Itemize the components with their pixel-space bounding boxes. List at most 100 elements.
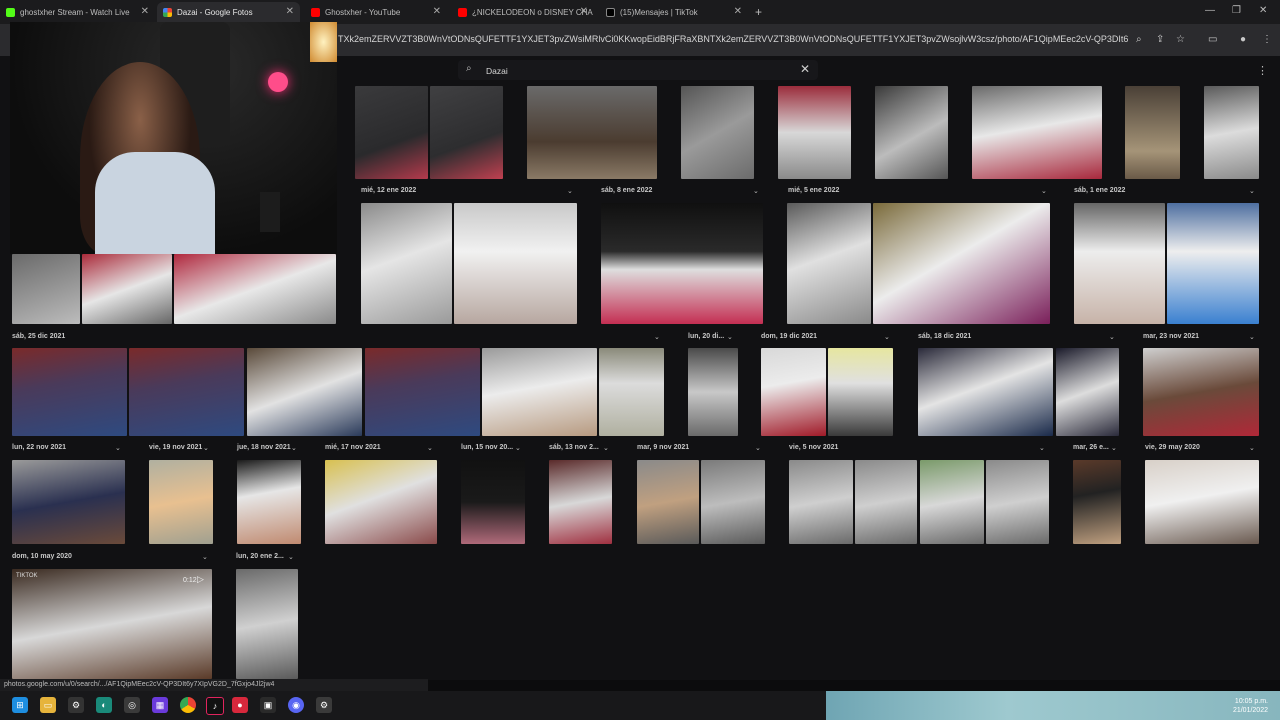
photo-thumbnail[interactable]	[1074, 203, 1165, 324]
photo-thumbnail[interactable]	[174, 254, 336, 324]
photo-thumbnail[interactable]	[1143, 348, 1259, 436]
chevron-down-icon[interactable]: ⌄	[115, 444, 121, 452]
maximize-button[interactable]: ❐	[1232, 5, 1241, 16]
tab-kick[interactable]: ghostxher Stream - Watch Live ✕	[0, 2, 155, 22]
close-tab-icon[interactable]: ✕	[734, 6, 742, 17]
photo-thumbnail[interactable]	[527, 86, 657, 179]
tab-google-photos[interactable]: Dazai - Google Fotos ✕	[157, 2, 300, 22]
photo-thumbnail[interactable]	[1167, 203, 1259, 324]
sidebar-icon[interactable]: ▭	[1208, 34, 1217, 45]
close-tab-icon[interactable]: ✕	[141, 6, 149, 17]
photo-thumbnail[interactable]	[599, 348, 664, 436]
photo-thumbnail[interactable]	[1056, 348, 1119, 436]
chevron-down-icon[interactable]: ⌄	[515, 444, 521, 452]
chevron-down-icon[interactable]: ⌄	[291, 444, 297, 452]
photo-thumbnail[interactable]	[82, 254, 172, 324]
photo-thumbnail[interactable]	[129, 348, 244, 436]
chevron-down-icon[interactable]: ⌄	[1249, 444, 1255, 452]
photo-thumbnail[interactable]	[12, 348, 127, 436]
url-field[interactable]: TXk2emZERVVZT3B0WnVtODNsQUFETTF1YXJET3pv…	[338, 34, 1128, 44]
chevron-down-icon[interactable]: ⌄	[567, 187, 573, 195]
photo-thumbnail[interactable]	[361, 203, 452, 324]
tiktok-icon[interactable]: ♪	[206, 697, 224, 715]
photo-thumbnail[interactable]	[918, 348, 1053, 436]
chevron-down-icon[interactable]: ⌄	[288, 553, 294, 561]
search-input[interactable]	[484, 63, 788, 79]
photo-thumbnail[interactable]	[986, 460, 1049, 544]
photo-thumbnail[interactable]	[482, 348, 597, 436]
close-tab-icon[interactable]: ✕	[433, 6, 441, 17]
chevron-down-icon[interactable]: ⌄	[1111, 444, 1117, 452]
photo-thumbnail[interactable]	[701, 460, 765, 544]
photo-thumbnail[interactable]	[149, 460, 213, 544]
photo-thumbnail[interactable]	[236, 569, 298, 679]
close-tab-icon[interactable]: ✕	[580, 6, 588, 17]
chevron-down-icon[interactable]: ⌄	[1041, 187, 1047, 195]
app-icon[interactable]: ◐	[96, 697, 112, 713]
zoom-icon[interactable]: ⌕	[1136, 34, 1142, 45]
photo-thumbnail[interactable]	[778, 86, 851, 179]
share-icon[interactable]: ⇪	[1156, 34, 1164, 45]
app-icon[interactable]: ▦	[152, 697, 168, 713]
photo-thumbnail[interactable]	[355, 86, 428, 179]
more-options-icon[interactable]: ⋮	[1257, 64, 1268, 77]
chrome-icon[interactable]	[180, 697, 196, 713]
close-tab-icon[interactable]: ✕	[286, 6, 294, 17]
start-icon[interactable]: ⊞	[12, 697, 28, 713]
photo-thumbnail[interactable]	[972, 86, 1102, 179]
photo-thumbnail[interactable]	[789, 460, 853, 544]
close-window-button[interactable]: ✕	[1259, 5, 1267, 16]
chevron-down-icon[interactable]: ⌄	[1249, 187, 1255, 195]
chevron-down-icon[interactable]: ⌄	[753, 187, 759, 195]
clear-search-icon[interactable]: ✕	[800, 62, 810, 76]
chevron-down-icon[interactable]: ⌄	[884, 333, 890, 341]
photo-thumbnail[interactable]	[920, 460, 984, 544]
photo-thumbnail[interactable]	[454, 203, 577, 324]
menu-icon[interactable]: ⋮	[1262, 34, 1272, 45]
new-tab-button[interactable]: +	[755, 5, 762, 19]
chevron-down-icon[interactable]: ⌄	[1249, 333, 1255, 341]
photo-thumbnail[interactable]	[787, 203, 871, 324]
chevron-down-icon[interactable]: ⌄	[727, 333, 733, 341]
search-bar[interactable]: ⌕ ✕	[458, 60, 818, 80]
photo-thumbnail[interactable]	[681, 86, 754, 179]
photo-thumbnail[interactable]	[365, 348, 480, 436]
tab-youtube-video[interactable]: ¿NICKELODEON o DISNEY CHA ✕	[452, 2, 594, 22]
profile-icon[interactable]: ●	[1240, 34, 1246, 45]
photo-thumbnail[interactable]	[549, 460, 612, 544]
photo-thumbnail[interactable]	[855, 460, 917, 544]
chevron-down-icon[interactable]: ⌄	[654, 333, 660, 341]
photo-thumbnail[interactable]	[1125, 86, 1180, 179]
photo-thumbnail[interactable]	[1073, 460, 1121, 544]
photo-thumbnail[interactable]	[1204, 86, 1259, 179]
clock[interactable]: 10:05 p.m. 21/01/2022	[1233, 697, 1268, 715]
photo-thumbnail[interactable]	[461, 460, 525, 544]
video-thumbnail[interactable]	[12, 569, 212, 679]
photo-thumbnail[interactable]	[1145, 460, 1259, 544]
chevron-down-icon[interactable]: ⌄	[755, 444, 761, 452]
app-icon[interactable]: ⚙	[68, 697, 84, 713]
app-icon[interactable]: ◎	[124, 697, 140, 713]
photo-thumbnail[interactable]	[761, 348, 826, 436]
photo-thumbnail[interactable]	[637, 460, 699, 544]
chevron-down-icon[interactable]: ⌄	[1109, 333, 1115, 341]
app-icon[interactable]: ●	[232, 697, 248, 713]
photo-thumbnail[interactable]	[237, 460, 301, 544]
chevron-down-icon[interactable]: ⌄	[202, 553, 208, 561]
photo-thumbnail[interactable]	[12, 254, 80, 324]
chevron-down-icon[interactable]: ⌄	[203, 444, 209, 452]
chevron-down-icon[interactable]: ⌄	[1039, 444, 1045, 452]
photo-thumbnail[interactable]	[875, 86, 948, 179]
photo-thumbnail[interactable]	[873, 203, 1050, 324]
photo-thumbnail[interactable]	[12, 460, 125, 544]
photo-thumbnail[interactable]	[828, 348, 893, 436]
app-icon[interactable]: ▣	[260, 697, 276, 713]
photo-thumbnail[interactable]	[430, 86, 503, 179]
tab-tiktok[interactable]: (15)Mensajes | TikTok ✕	[600, 2, 748, 22]
tab-youtube[interactable]: Ghostxher - YouTube ✕	[305, 2, 447, 22]
settings-icon[interactable]: ⚙	[316, 697, 332, 713]
discord-icon[interactable]: ◉	[288, 697, 304, 713]
chevron-down-icon[interactable]: ⌄	[603, 444, 609, 452]
minimize-button[interactable]: —	[1205, 5, 1215, 16]
photo-thumbnail[interactable]	[325, 460, 437, 544]
